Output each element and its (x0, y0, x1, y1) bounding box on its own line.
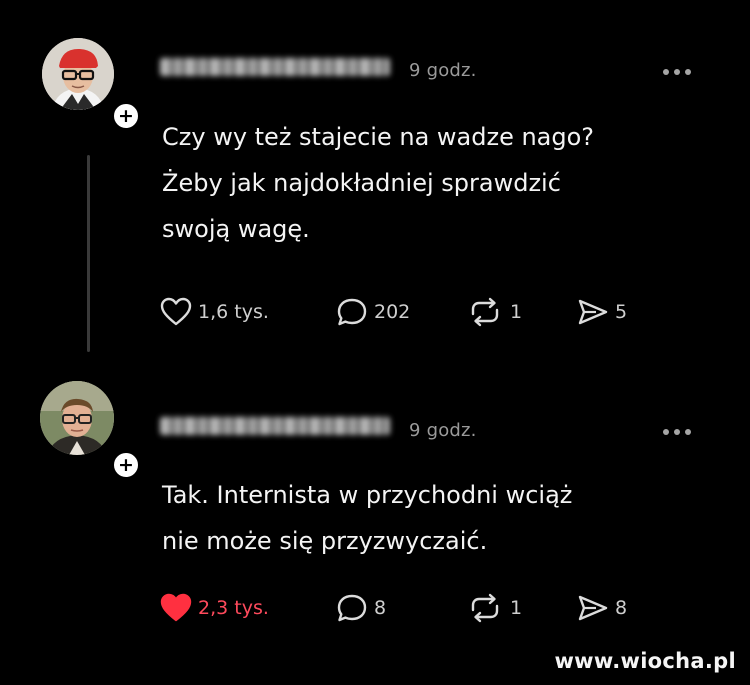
repost-arrows-icon (471, 297, 499, 327)
repost-arrows-icon (471, 593, 499, 623)
action-bar: 2,3 tys. 8 1 8 (160, 591, 720, 625)
share-count: 8 (615, 597, 628, 619)
share-button[interactable]: 8 (577, 591, 627, 625)
avatar-man-glasses-icon (40, 381, 114, 455)
repost-count: 1 (510, 301, 523, 323)
timestamp: 9 godz. (409, 60, 477, 81)
repost-count: 1 (510, 597, 523, 619)
comment-count: 202 (374, 301, 411, 323)
comment-bubble-icon (337, 594, 367, 622)
avatar[interactable] (42, 38, 114, 110)
comment-count: 8 (374, 597, 387, 619)
follow-plus-icon[interactable]: + (111, 101, 141, 131)
like-count: 2,3 tys. (198, 597, 269, 619)
avatar-red-beanie-glasses-icon (42, 38, 114, 110)
post-text-line: nie może się przyzwyczaić. (162, 527, 488, 555)
share-button[interactable]: 5 (577, 295, 627, 329)
post-text-line: swoją wagę. (162, 215, 310, 243)
comment-button[interactable]: 8 (336, 591, 386, 625)
follow-plus-icon[interactable]: + (111, 450, 141, 480)
post-text: Czy wy też stajecie na wadze nago? Żeby … (162, 114, 722, 252)
heart-icon (160, 297, 192, 326)
post-2: + 9 godz. Tak. Internista w przychodni w… (0, 365, 750, 685)
share-count: 5 (615, 301, 628, 323)
post-text: Tak. Internista w przychodni wciąż nie m… (162, 472, 722, 564)
thread-line (87, 155, 90, 352)
action-bar: 1,6 tys. 202 1 5 (160, 295, 720, 329)
timestamp: 9 godz. (409, 420, 477, 441)
comment-button[interactable]: 202 (336, 295, 410, 329)
watermark: www.wiocha.pl (554, 649, 736, 673)
more-dots-icon[interactable] (652, 420, 702, 444)
comment-bubble-icon (337, 298, 367, 326)
send-icon (578, 595, 608, 621)
post-text-line: Żeby jak najdokładniej sprawdzić (162, 169, 561, 197)
username-blurred[interactable] (160, 58, 390, 76)
post-text-line: Tak. Internista w przychodni wciąż (162, 481, 573, 509)
heart-icon (160, 593, 192, 622)
like-button[interactable]: 1,6 tys. (160, 295, 269, 329)
post-text-line: Czy wy też stajecie na wadze nago? (162, 123, 595, 151)
more-dots-icon[interactable] (652, 60, 702, 84)
send-icon (578, 299, 608, 325)
avatar[interactable] (40, 381, 114, 455)
repost-button[interactable]: 1 (466, 591, 522, 625)
repost-button[interactable]: 1 (466, 295, 522, 329)
like-count: 1,6 tys. (198, 301, 269, 323)
post-1: + 9 godz. Czy wy też stajecie na wadze n… (0, 0, 750, 365)
username-blurred[interactable] (160, 417, 390, 435)
like-button[interactable]: 2,3 tys. (160, 591, 269, 625)
